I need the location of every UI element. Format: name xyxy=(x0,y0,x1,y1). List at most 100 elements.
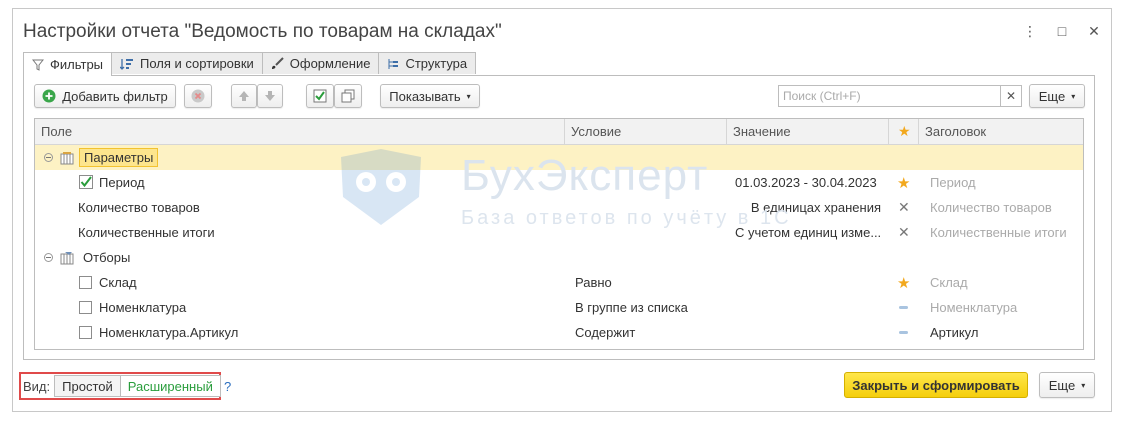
period-checkbox[interactable] xyxy=(79,175,93,189)
checkmark-icon xyxy=(79,175,93,189)
more-actions-icon[interactable]: ⋮ xyxy=(1023,23,1037,40)
move-down-button[interactable] xyxy=(257,84,283,108)
tab-structure[interactable]: Структура xyxy=(378,52,477,74)
report-settings-window: Настройки отчета "Ведомость по товарам н… xyxy=(12,8,1112,412)
add-filter-button[interactable]: Добавить фильтр xyxy=(34,84,176,108)
column-header-title[interactable]: Заголовок xyxy=(919,119,1083,144)
star-icon[interactable]: ★ xyxy=(897,170,910,195)
table-row[interactable]: Номенклатура.Артикул Содержит Артикул xyxy=(35,320,1083,345)
window-controls: ⋮ □ ✕ xyxy=(1023,23,1101,40)
search-field[interactable]: Поиск (Ctrl+F) ✕ xyxy=(778,85,1022,107)
dropdown-arrow-icon: ▾ xyxy=(466,91,471,101)
delete-icon xyxy=(191,89,205,103)
cross-icon[interactable]: ✕ xyxy=(898,195,910,220)
group-icon-cell xyxy=(60,245,74,270)
sort-icon xyxy=(120,58,134,70)
tab-filters[interactable]: Фильтры xyxy=(23,52,113,76)
column-header-value[interactable]: Значение xyxy=(727,119,889,144)
toolbar: Добавить фильтр Показывать ▾ Поиск (Ctrl… xyxy=(34,84,1085,110)
table-row[interactable]: Период 01.03.2023 - 30.04.2023 ★ Период xyxy=(35,170,1083,195)
dropdown-arrow-icon: ▾ xyxy=(1071,91,1076,101)
bottom-bar: Вид: Простой Расширенный ? Закрыть и сфо… xyxy=(13,371,1111,401)
table-row[interactable]: Количество товаров В единицах хранения ✕… xyxy=(35,195,1083,220)
close-and-generate-button[interactable]: Закрыть и сформировать xyxy=(844,372,1028,398)
row-value[interactable]: В единицах хранения xyxy=(735,195,881,220)
row-header: Артикул xyxy=(930,325,979,340)
nomenclature-checkbox[interactable] xyxy=(79,301,92,314)
more-button[interactable]: Еще ▾ xyxy=(1029,84,1085,108)
clear-search-icon[interactable]: ✕ xyxy=(1000,86,1021,106)
row-header: Период xyxy=(930,175,976,190)
row-condition[interactable]: В группе из списка xyxy=(575,295,688,320)
window-title: Настройки отчета "Ведомость по товарам н… xyxy=(23,21,502,42)
field-cell: Параметры xyxy=(79,145,159,170)
check-all-button[interactable] xyxy=(306,84,334,108)
row-value[interactable]: С учетом единиц изме... xyxy=(735,220,881,245)
view-advanced-button[interactable]: Расширенный xyxy=(119,375,221,397)
row-header: Склад xyxy=(930,275,968,290)
dropdown-arrow-icon: ▾ xyxy=(1081,380,1086,390)
structure-icon xyxy=(388,58,399,69)
checkbox-cell xyxy=(79,295,92,320)
checkbox-cell xyxy=(79,270,92,295)
tab-fields-sorting[interactable]: Поля и сортировки xyxy=(111,52,263,74)
delete-button[interactable] xyxy=(184,84,212,108)
more-label: Еще xyxy=(1038,88,1066,104)
dash-icon[interactable] xyxy=(899,320,908,345)
cross-icon[interactable]: ✕ xyxy=(898,220,910,245)
row-condition[interactable]: Содержит xyxy=(575,320,635,345)
checkbox-cell xyxy=(79,170,93,195)
plus-circle-icon xyxy=(42,89,56,103)
row-field: Количество товаров xyxy=(78,200,200,215)
tab-bar: Фильтры Поля и сортировки Оформление Стр… xyxy=(23,52,477,76)
row-header: Количество товаров xyxy=(930,200,1052,215)
collapse-icon[interactable] xyxy=(44,153,53,162)
close-icon[interactable]: ✕ xyxy=(1087,23,1101,40)
view-label: Вид: xyxy=(23,378,51,394)
star-icon[interactable]: ★ xyxy=(897,270,910,295)
table-row[interactable]: Склад Равно ★ Склад xyxy=(35,270,1083,295)
table-row[interactable]: Номенклатура В группе из списка Номенкла… xyxy=(35,295,1083,320)
move-up-button[interactable] xyxy=(231,84,257,108)
column-header-condition[interactable]: Условие xyxy=(565,119,727,144)
article-checkbox[interactable] xyxy=(79,326,92,339)
row-value[interactable]: 01.03.2023 - 30.04.2023 xyxy=(735,170,877,195)
search-input[interactable]: Поиск (Ctrl+F) xyxy=(779,89,1000,103)
row-field: Номенклатура xyxy=(99,300,187,315)
tab-label: Оформление xyxy=(289,56,371,71)
maximize-icon[interactable]: □ xyxy=(1055,23,1069,40)
table-header: Поле Условие Значение ★ Заголовок xyxy=(35,119,1083,145)
column-header-field[interactable]: Поле xyxy=(35,119,565,144)
checkbox-cell xyxy=(79,320,92,345)
tab-label: Поля и сортировки xyxy=(140,56,254,71)
check-all-icon xyxy=(313,89,327,103)
table-row[interactable]: Количественные итоги С учетом единиц изм… xyxy=(35,220,1083,245)
group-icon-cell xyxy=(60,145,74,170)
arrow-down-icon xyxy=(265,91,275,101)
more-label: Еще xyxy=(1048,377,1076,393)
add-filter-label: Добавить фильтр xyxy=(62,88,168,104)
uncheck-all-button[interactable] xyxy=(334,84,362,108)
row-field: Склад xyxy=(99,275,137,290)
table-row[interactable]: Параметры xyxy=(35,145,1083,170)
help-link[interactable]: ? xyxy=(224,379,231,394)
row-field: Период xyxy=(99,175,145,190)
dash-icon[interactable] xyxy=(899,295,908,320)
warehouse-checkbox[interactable] xyxy=(79,276,92,289)
table-row[interactable]: Отборы xyxy=(35,245,1083,270)
view-simple-button[interactable]: Простой xyxy=(54,375,121,397)
row-header: Номенклатура xyxy=(930,300,1018,315)
bottom-more-button[interactable]: Еще ▾ xyxy=(1039,372,1095,398)
tab-label: Фильтры xyxy=(50,57,104,72)
column-header-star[interactable]: ★ xyxy=(889,119,919,144)
row-header: Количественные итоги xyxy=(930,225,1067,240)
tab-appearance[interactable]: Оформление xyxy=(261,52,380,74)
row-field: Номенклатура.Артикул xyxy=(99,325,239,340)
filters-table: Поле Условие Значение ★ Заголовок Параме… xyxy=(34,118,1084,350)
row-condition[interactable]: Равно xyxy=(575,270,612,295)
show-dropdown[interactable]: Показывать ▾ xyxy=(380,84,480,108)
collapse-icon[interactable] xyxy=(44,253,53,262)
row-field: Отборы xyxy=(83,250,131,265)
view-mode-switcher: Вид: Простой Расширенный xyxy=(19,372,221,400)
show-label: Показывать xyxy=(389,88,461,104)
